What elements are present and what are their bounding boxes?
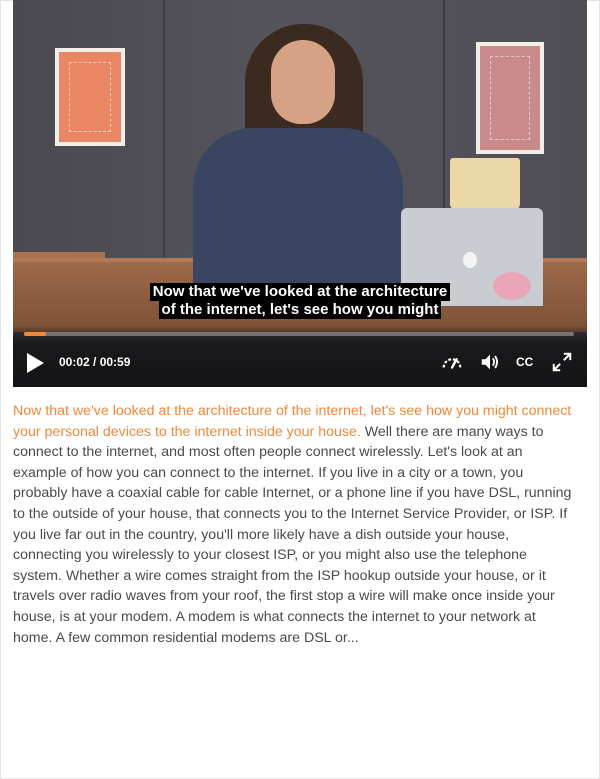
transcript-remaining-text[interactable]: Well there are many ways to connect to t… (13, 424, 571, 646)
play-icon[interactable] (27, 353, 44, 373)
captions: Now that we've looked at the architectur… (13, 283, 587, 319)
caption-line-1: Now that we've looked at the architectur… (149, 283, 451, 301)
caption-line-2: of the internet, let's see how you might (158, 301, 442, 319)
transcript: Now that we've looked at the architectur… (13, 401, 573, 648)
fullscreen-icon[interactable] (551, 351, 573, 373)
presenter-body (193, 128, 403, 298)
progress-bar[interactable] (24, 332, 574, 336)
time-display: 00:02 / 00:59 (59, 355, 131, 369)
speedometer-icon[interactable] (441, 351, 463, 373)
lamp (450, 158, 520, 210)
apple-logo (463, 252, 477, 268)
control-bar: 00:02 / 00:59 CC (13, 325, 587, 387)
presenter-face (271, 40, 335, 124)
progress-fill (24, 332, 46, 336)
video-player[interactable]: Now that we've looked at the architectur… (13, 0, 587, 387)
wall-art-left (55, 48, 125, 146)
closed-captions-button[interactable]: CC (516, 355, 538, 377)
wall-art-right (476, 42, 544, 154)
wall-seam (163, 0, 165, 270)
volume-icon[interactable] (479, 351, 501, 373)
